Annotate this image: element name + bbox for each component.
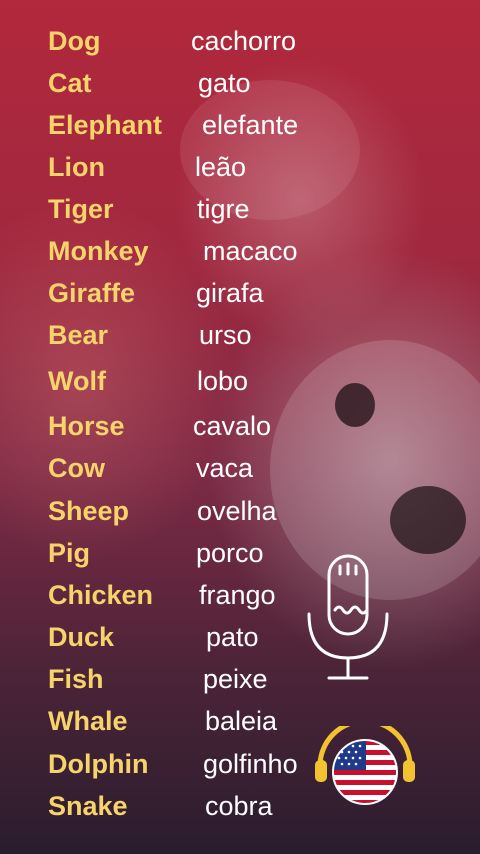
portuguese-word: cachorro — [191, 26, 297, 56]
english-word: Giraffe — [48, 278, 136, 308]
english-word: Dog — [48, 26, 101, 56]
portuguese-word: elefante — [202, 110, 299, 140]
english-word: Chicken — [48, 580, 154, 610]
portuguese-word: pato — [206, 622, 259, 652]
portuguese-word: tigre — [197, 194, 250, 224]
portuguese-word: cavalo — [193, 411, 272, 441]
portuguese-word: porco — [196, 538, 264, 568]
english-word: Horse — [48, 411, 125, 441]
us-flag-headphones-icon — [315, 726, 415, 805]
portuguese-word: urso — [199, 320, 252, 350]
english-word: Monkey — [48, 236, 149, 266]
portuguese-word: peixe — [203, 664, 268, 694]
portuguese-word: macaco — [203, 236, 298, 266]
english-word: Fish — [48, 664, 104, 694]
portuguese-word: girafa — [196, 278, 264, 308]
portuguese-word: vaca — [196, 453, 254, 483]
english-word: Whale — [48, 706, 128, 736]
english-word: Cow — [48, 453, 105, 483]
portuguese-word: frango — [199, 580, 276, 610]
english-word: Elephant — [48, 110, 163, 140]
portuguese-word: golfinho — [203, 749, 298, 779]
portuguese-word: lobo — [197, 366, 249, 396]
english-word: Lion — [48, 152, 105, 182]
portuguese-word: ovelha — [197, 496, 277, 526]
english-word: Cat — [48, 68, 92, 98]
english-word: Snake — [48, 791, 128, 821]
portuguese-word: leão — [195, 152, 247, 182]
portuguese-word: baleia — [205, 706, 278, 736]
portuguese-word: cobra — [205, 791, 273, 821]
english-word: Wolf — [48, 366, 106, 396]
english-word: Pig — [48, 538, 91, 568]
english-word: Tiger — [48, 194, 114, 224]
english-word: Bear — [48, 320, 109, 350]
english-word: Sheep — [48, 496, 130, 526]
english-word: Dolphin — [48, 749, 149, 779]
english-word: Duck — [48, 622, 115, 652]
microphone-icon[interactable] — [305, 552, 391, 684]
portuguese-word: gato — [198, 68, 251, 98]
